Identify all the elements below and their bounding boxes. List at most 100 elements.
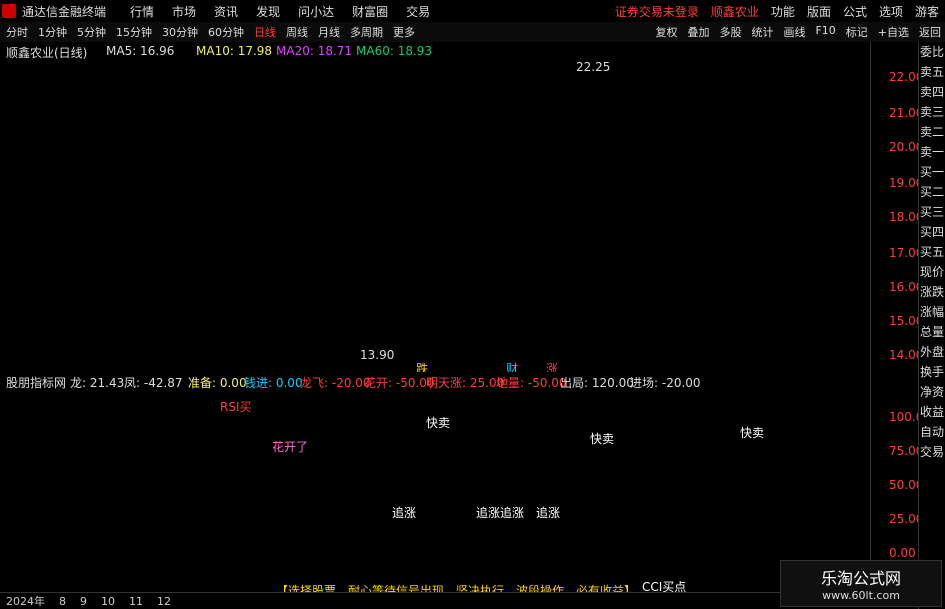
menu-func[interactable]: 功能 <box>771 3 795 20</box>
date-label: 9 <box>80 594 87 608</box>
tool-draw[interactable]: 画线 <box>783 24 805 40</box>
rp-item[interactable]: 自动 <box>919 422 945 442</box>
indicator-val: 龙飞: -20.00 <box>300 376 371 390</box>
chase: 追涨 <box>536 506 561 520</box>
flower: 花开了 <box>272 440 309 454</box>
tool-overlay[interactable]: 叠加 <box>687 24 709 40</box>
menu-item[interactable]: 财富圈 <box>352 3 388 20</box>
indicator-val: 龙: 21.43 <box>70 376 125 390</box>
menu-bar: 通达信金融终端 行情 市场 资讯 发现 问小达 财富圈 交易 证券交易未登录 顺… <box>0 0 945 23</box>
candlestick-chart[interactable]: 顺鑫农业(日线) MA5: 16.96 MA10: 17.98 MA20: 18… <box>0 42 870 376</box>
rp-item: 净资 <box>919 385 944 399</box>
rp-item: 买二 <box>919 185 944 199</box>
chase: 追涨 <box>476 506 501 520</box>
tool-stat[interactable]: 统计 <box>751 24 773 40</box>
date-label: 8 <box>59 594 66 608</box>
tab-fenshi[interactable]: 分时 <box>6 24 28 40</box>
menu-item[interactable]: 交易 <box>406 3 430 20</box>
tab-daily[interactable]: 日线 <box>254 24 276 40</box>
fast-sell: 快卖 <box>590 432 615 446</box>
menu-item[interactable]: 行情 <box>130 3 154 20</box>
chart-title: 顺鑫农业(日线) <box>6 46 88 60</box>
fast-sell: 快卖 <box>740 426 765 440</box>
tab-more[interactable]: 更多 <box>393 24 415 40</box>
tool-f10[interactable]: F10 <box>815 24 835 40</box>
top-menu: 行情 市场 资讯 发现 问小达 财富圈 交易 <box>130 3 430 20</box>
rp-item: 涨幅 <box>919 305 944 319</box>
chase: 追涨 <box>500 506 525 520</box>
menu-options[interactable]: 选项 <box>879 3 903 20</box>
date-label: 2024年 <box>6 595 45 608</box>
menu-formula[interactable]: 公式 <box>843 3 867 20</box>
menu-item[interactable]: 资讯 <box>214 3 238 20</box>
tab-weekly[interactable]: 周线 <box>286 24 308 40</box>
right-panel: 委比 卖五 卖四 卖三 卖二 卖一 买一 买二 买三 买四 买五 现价 涨跌 涨… <box>918 42 945 609</box>
rp-item: 换手 <box>919 365 944 379</box>
tab-monthly[interactable]: 月线 <box>318 24 340 40</box>
menu-item[interactable]: 问小达 <box>298 3 334 20</box>
tool-restore[interactable]: 复权 <box>655 24 677 40</box>
rp-item: 卖二 <box>919 125 944 139</box>
indicator-val: 出局: 120.00 <box>560 376 634 390</box>
date-label: 11 <box>129 594 143 608</box>
date-label: 12 <box>157 594 171 608</box>
period-tabs: 分时 1分钟 5分钟 15分钟 30分钟 60分钟 日线 周线 月线 多周期 更… <box>6 24 415 40</box>
tab-30min[interactable]: 30分钟 <box>162 24 198 40</box>
tab-1min[interactable]: 1分钟 <box>38 24 67 40</box>
tool-mark[interactable]: 标记 <box>846 24 868 40</box>
menu-item[interactable]: 发现 <box>256 3 280 20</box>
y-axis: 22.00 21.00 20.00 19.00 18.00 17.00 16.0… <box>870 42 923 592</box>
watermark: 乐淘公式网 www.60lt.com <box>780 560 942 607</box>
indicator-val: 钱进: 0.00 <box>244 376 303 390</box>
tool-add-fav[interactable]: +自选 <box>878 24 909 40</box>
indicator-title: 股朋指标网 <box>6 376 67 390</box>
status-red: 证券交易未登录 <box>614 4 699 19</box>
rp-item: 卖三 <box>919 105 944 119</box>
tool-multi[interactable]: 多股 <box>719 24 741 40</box>
app-title: 通达信金融终端 <box>22 4 107 19</box>
menu-item[interactable]: 市场 <box>172 3 196 20</box>
stock-name: 顺鑫农业 <box>710 4 759 19</box>
indicator-val: 凤: -42.87 <box>124 376 183 390</box>
tab-15min[interactable]: 15分钟 <box>116 24 152 40</box>
tool-back[interactable]: 返回 <box>919 24 941 40</box>
indicator-val: 花开: -50.00 <box>364 376 435 390</box>
indicator-val: 进场: -20.00 <box>630 376 701 390</box>
rp-item: 收益 <box>919 405 944 419</box>
app-logo-icon <box>2 4 16 18</box>
watermark-title: 乐淘公式网 <box>820 569 901 588</box>
rp-item: 涨跌 <box>919 285 944 299</box>
tab-multi[interactable]: 多周期 <box>350 24 383 40</box>
rp-item: 买一 <box>919 165 944 179</box>
user[interactable]: 游客 <box>915 3 939 20</box>
indicator-val: 明天涨: 25.00 <box>426 376 505 390</box>
tab-5min[interactable]: 5分钟 <box>77 24 106 40</box>
ma20: MA20: 18.71 <box>276 44 353 58</box>
ind-y-tick: 0.00 <box>889 546 916 560</box>
menu-layout[interactable]: 版面 <box>807 3 831 20</box>
rp-item: 买四 <box>919 225 944 239</box>
date-axis: 2024年 8 9 10 11 12 <box>0 592 870 609</box>
rp-item: 总量 <box>919 325 944 339</box>
date-label: 10 <box>101 594 115 608</box>
rp-item: 卖一 <box>919 145 944 159</box>
rp-item: 卖四 <box>919 85 944 99</box>
rp-item: 现价 <box>919 265 944 279</box>
chase: 追涨 <box>392 506 417 520</box>
rsi-buy: RSI买 <box>220 400 252 414</box>
period-toolbar: 分时 1分钟 5分钟 15分钟 30分钟 60分钟 日线 周线 月线 多周期 更… <box>0 22 945 43</box>
fast-sell: 快卖 <box>426 416 451 430</box>
indicator-val: 准备: 0.00 <box>188 376 247 390</box>
rp-item[interactable]: 交易 <box>919 442 945 462</box>
rp-item: 外盘 <box>919 345 944 359</box>
rp-item: 委比 <box>919 45 944 59</box>
high-annotation: 22.25 <box>576 60 611 74</box>
tab-60min[interactable]: 60分钟 <box>208 24 244 40</box>
chart-tools: 复权 叠加 多股 统计 画线 F10 标记 +自选 返回 <box>655 24 941 40</box>
rp-item: 卖五 <box>919 65 944 79</box>
indicator-val: 地量: -50.00 <box>496 376 567 390</box>
low-annotation: 13.90 <box>360 348 395 362</box>
rp-item: 买三 <box>919 205 944 219</box>
ma60: MA60: 18.93 <box>356 44 433 58</box>
indicator-panel[interactable]: 股朋指标网 龙: 21.43 凤: -42.87 准备: 0.00 钱进: 0.… <box>0 372 870 598</box>
